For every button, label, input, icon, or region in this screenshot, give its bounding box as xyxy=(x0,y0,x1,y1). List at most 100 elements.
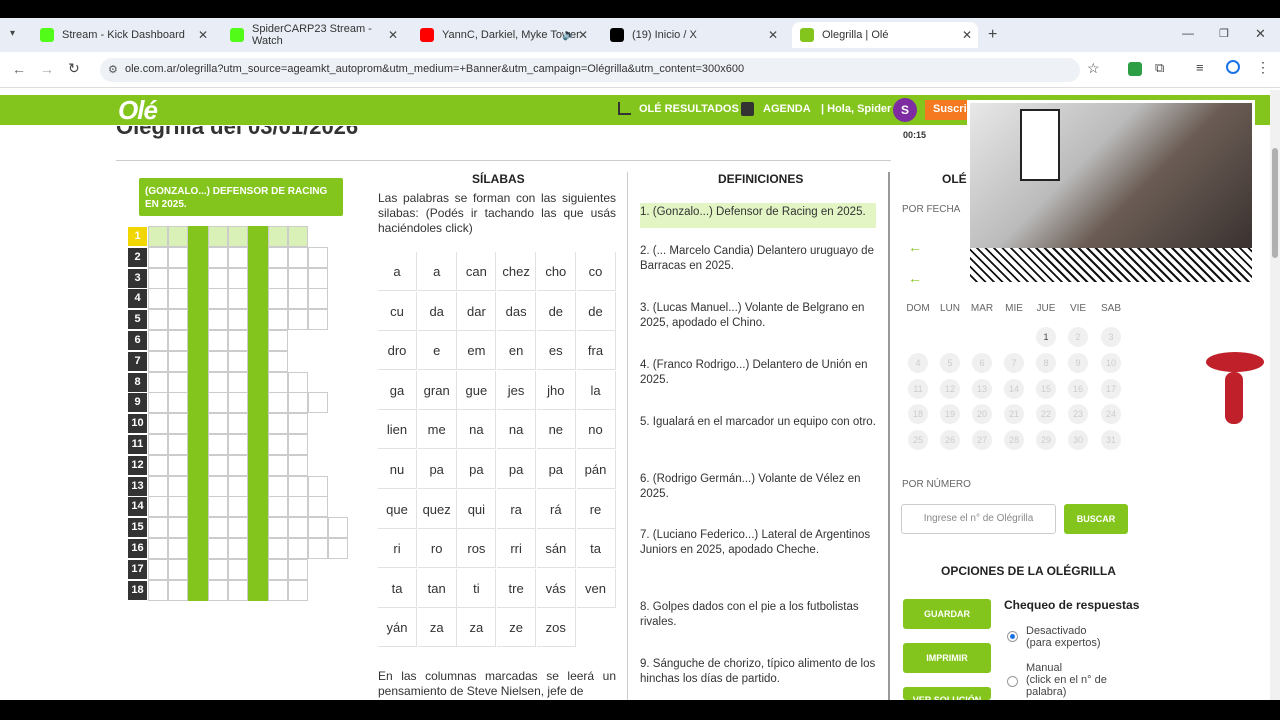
grid-cell[interactable] xyxy=(188,330,208,351)
grid-cell[interactable] xyxy=(208,579,228,601)
back-icon[interactable]: ← xyxy=(12,61,26,77)
grid-cell[interactable] xyxy=(188,434,208,455)
calendar-day[interactable]: 29 xyxy=(1036,430,1056,451)
grid-cell[interactable] xyxy=(208,371,228,393)
grid-cell[interactable] xyxy=(308,246,328,268)
grid-cell[interactable] xyxy=(168,330,188,351)
close-icon[interactable]: ✕ xyxy=(962,28,972,42)
grid-cell[interactable] xyxy=(248,538,268,559)
grid-cell[interactable] xyxy=(148,309,168,331)
grid-cell[interactable] xyxy=(268,392,288,414)
syllable-tile[interactable]: em xyxy=(457,331,497,371)
syllable-tile[interactable]: pa xyxy=(497,450,537,489)
grid-row-number[interactable]: 6 xyxy=(128,331,147,350)
grid-cell[interactable] xyxy=(228,309,248,331)
grid-cell[interactable] xyxy=(168,226,188,247)
grid-cell[interactable] xyxy=(228,371,248,393)
syllable-tile[interactable]: das xyxy=(497,291,537,331)
grid-cell[interactable] xyxy=(288,558,308,580)
calendar-day[interactable]: 22 xyxy=(1036,404,1056,425)
maximize-icon[interactable]: ❐ xyxy=(1219,27,1229,40)
grid-row-number[interactable]: 14 xyxy=(128,497,147,517)
grid-cell[interactable] xyxy=(248,558,268,580)
calendar-day[interactable]: 25 xyxy=(908,430,928,451)
grid-cell[interactable] xyxy=(148,579,168,601)
grid-row-number[interactable]: 10 xyxy=(128,414,147,434)
guardar-button[interactable]: GUARDAR xyxy=(903,599,991,629)
grid-row-number[interactable]: 1 xyxy=(128,227,147,246)
close-icon[interactable]: ✕ xyxy=(768,28,778,42)
syllable-tile[interactable]: rri xyxy=(497,529,537,569)
definition-item[interactable]: 7. (Luciano Federico...) Lateral de Arge… xyxy=(640,528,876,558)
syllable-tile[interactable]: ta xyxy=(378,568,417,608)
grid-cell[interactable] xyxy=(168,350,188,372)
grid-cell[interactable] xyxy=(268,350,288,372)
media-control-icon[interactable]: ≡ xyxy=(1196,60,1204,75)
grid-cell[interactable] xyxy=(288,371,308,393)
grid-cell[interactable] xyxy=(188,246,208,268)
syllable-tile[interactable]: ri xyxy=(378,529,417,569)
grid-cell[interactable] xyxy=(168,558,188,580)
tab-spidercarp-stream[interactable]: SpiderCARP23 Stream - Watch ✕ xyxy=(222,22,404,48)
grid-cell[interactable] xyxy=(268,330,288,351)
syllable-tile[interactable]: can xyxy=(457,252,497,291)
calendar-day[interactable]: 9 xyxy=(1068,352,1088,373)
grid-cell[interactable] xyxy=(228,454,248,476)
calendar-day[interactable]: 23 xyxy=(1068,404,1088,425)
syllable-tile[interactable]: a xyxy=(378,252,417,291)
calendar-day[interactable]: 11 xyxy=(908,378,928,399)
close-icon[interactable]: ✕ xyxy=(388,28,398,42)
grid-cell[interactable] xyxy=(248,579,268,601)
grid-cell[interactable] xyxy=(288,246,308,268)
grid-cell[interactable] xyxy=(248,267,268,289)
prev-year-arrow-icon[interactable]: ← xyxy=(908,270,922,286)
grid-cell[interactable] xyxy=(228,226,248,247)
grid-cell[interactable] xyxy=(188,288,208,310)
grid-cell[interactable] xyxy=(188,475,208,497)
syllable-tile[interactable]: da xyxy=(417,291,457,331)
grid-cell[interactable] xyxy=(168,475,188,497)
grid-cell[interactable] xyxy=(188,226,208,247)
grid-cell[interactable] xyxy=(288,288,308,310)
grid-cell[interactable] xyxy=(148,496,168,518)
syllable-tile[interactable]: no xyxy=(576,410,616,450)
syllable-tile[interactable]: ven xyxy=(576,568,616,608)
ole-logo[interactable]: Olé xyxy=(118,95,158,126)
close-icon[interactable]: ✕ xyxy=(578,28,588,42)
grid-cell[interactable] xyxy=(228,330,248,351)
syllable-tile[interactable]: de xyxy=(576,291,616,331)
grid-cell[interactable] xyxy=(228,496,248,518)
syllable-tile[interactable]: na xyxy=(497,410,537,450)
syllable-tile[interactable]: ra xyxy=(497,489,537,529)
syllable-tile[interactable]: pán xyxy=(576,450,616,489)
calendar-day[interactable]: 17 xyxy=(1101,378,1121,399)
grid-cell[interactable] xyxy=(148,413,168,435)
grid-cell[interactable] xyxy=(248,371,268,393)
calendar-day[interactable]: 14 xyxy=(1004,378,1024,399)
grid-cell[interactable] xyxy=(168,413,188,435)
definition-item[interactable]: 8. Golpes dados con el pie a los futboli… xyxy=(640,600,876,630)
calendar-day[interactable]: 27 xyxy=(972,430,992,451)
syllable-tile[interactable]: pa xyxy=(457,450,497,489)
grid-cell[interactable] xyxy=(148,517,168,539)
grid-cell[interactable] xyxy=(228,475,248,497)
calendar-day[interactable]: 18 xyxy=(908,404,928,425)
grid-cell[interactable] xyxy=(208,330,228,351)
syllable-tile[interactable]: nu xyxy=(378,450,417,489)
grid-cell[interactable] xyxy=(228,434,248,455)
grid-cell[interactable] xyxy=(268,226,288,247)
grid-cell[interactable] xyxy=(148,454,168,476)
grid-cell[interactable] xyxy=(208,475,228,497)
calendar-day[interactable]: 13 xyxy=(972,378,992,399)
calendar-day[interactable]: 30 xyxy=(1068,430,1088,451)
grid-cell[interactable] xyxy=(148,350,168,372)
grid-cell[interactable] xyxy=(208,246,228,268)
calendar-day[interactable]: 26 xyxy=(940,430,960,451)
grid-cell[interactable] xyxy=(208,454,228,476)
grid-cell[interactable] xyxy=(288,454,308,476)
calendar-day[interactable]: 2 xyxy=(1068,327,1088,347)
grid-row-number[interactable]: 8 xyxy=(128,372,147,392)
grid-row-number[interactable]: 4 xyxy=(128,289,147,309)
grid-cell[interactable] xyxy=(268,454,288,476)
grid-cell[interactable] xyxy=(148,558,168,580)
